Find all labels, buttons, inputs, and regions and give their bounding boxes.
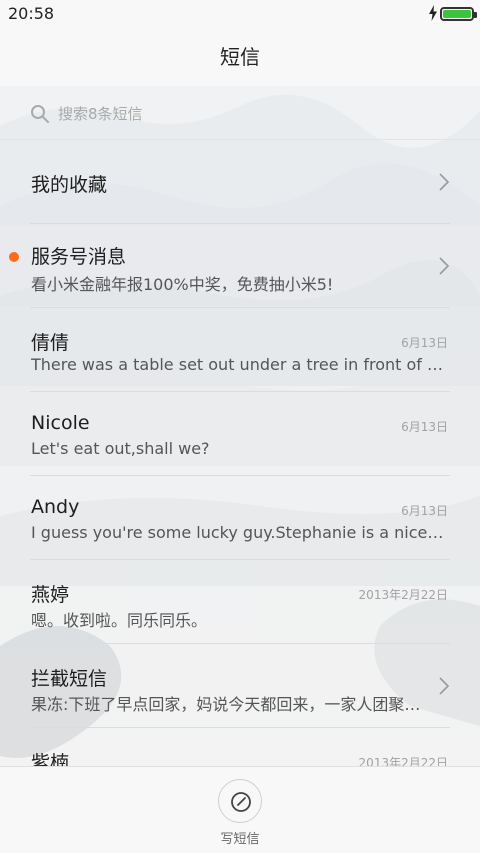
- conversation-preview: 果冻:下班了早点回家，妈说今天都回来，一家人团聚过节: [31, 695, 426, 714]
- conversation-list[interactable]: 搜索8条短信 我的收藏 服务号消息 看小米金融年报100%中奖，免费抽小米5! …: [0, 86, 480, 766]
- unread-dot: [9, 252, 19, 262]
- conversation-name: 倩倩: [31, 332, 70, 354]
- search-bar[interactable]: 搜索8条短信: [0, 86, 480, 140]
- list-item-conversation[interactable]: 倩倩 6月13日 There was a table set out under…: [0, 308, 480, 392]
- conversation-date: 2013年2月22日: [358, 588, 448, 602]
- battery-level: [443, 10, 471, 18]
- list-item-service-messages[interactable]: 服务号消息 看小米金融年报100%中奖，免费抽小米5!: [0, 224, 480, 308]
- conversation-date: 2013年2月22日: [358, 756, 448, 766]
- conversation-name: 紫楠: [31, 752, 70, 766]
- conversation-name: Andy: [31, 496, 80, 518]
- compose-label[interactable]: 写短信: [0, 828, 480, 847]
- search-input[interactable]: 搜索8条短信: [58, 103, 143, 124]
- conversation-preview: 嗯。收到啦。同乐同乐。: [31, 611, 208, 630]
- list-item-conversation[interactable]: Nicole 6月13日 Let's eat out,shall we?: [0, 392, 480, 476]
- title-bar: 短信: [0, 28, 480, 86]
- conversation-date: 6月13日: [401, 420, 448, 434]
- conversation-name: 拦截短信: [31, 668, 108, 690]
- list-item-favorites[interactable]: 我的收藏: [0, 140, 480, 224]
- list-item-conversation[interactable]: Andy 6月13日 I guess you're some lucky guy…: [0, 476, 480, 560]
- list-item-blocked-messages[interactable]: 拦截短信 果冻:下班了早点回家，妈说今天都回来，一家人团聚过节: [0, 644, 480, 728]
- chevron-right-icon: [439, 677, 450, 695]
- status-bar: 20:58: [0, 0, 480, 28]
- charging-icon: [429, 5, 437, 21]
- page-title: 短信: [220, 45, 260, 69]
- conversation-name: Nicole: [31, 412, 90, 434]
- bottom-bar: 写短信: [0, 766, 480, 853]
- list-item-conversation[interactable]: 紫楠 2013年2月22日: [0, 728, 480, 766]
- conversation-preview: There was a table set out under a tree i…: [31, 355, 447, 374]
- chevron-right-icon: [439, 257, 450, 275]
- conversation-name: 服务号消息: [31, 246, 127, 268]
- list-item-conversation[interactable]: 燕婷 2013年2月22日 嗯。收到啦。同乐同乐。: [0, 560, 480, 644]
- conversation-preview: 看小米金融年报100%中奖，免费抽小米5!: [31, 275, 334, 294]
- compose-icon: [231, 792, 251, 812]
- conversation-name: 燕婷: [31, 584, 70, 606]
- conversation-date: 6月13日: [401, 336, 448, 350]
- conversation-date: 6月13日: [401, 504, 448, 518]
- conversation-preview: I guess you're some lucky guy.Stephanie …: [31, 523, 447, 542]
- conversation-preview: Let's eat out,shall we?: [31, 439, 210, 458]
- search-icon: [31, 105, 49, 123]
- conversation-name: 我的收藏: [31, 174, 108, 196]
- status-time: 20:58: [8, 4, 55, 23]
- chevron-right-icon: [439, 173, 450, 191]
- compose-button[interactable]: [218, 779, 262, 823]
- battery-icon: [440, 7, 477, 21]
